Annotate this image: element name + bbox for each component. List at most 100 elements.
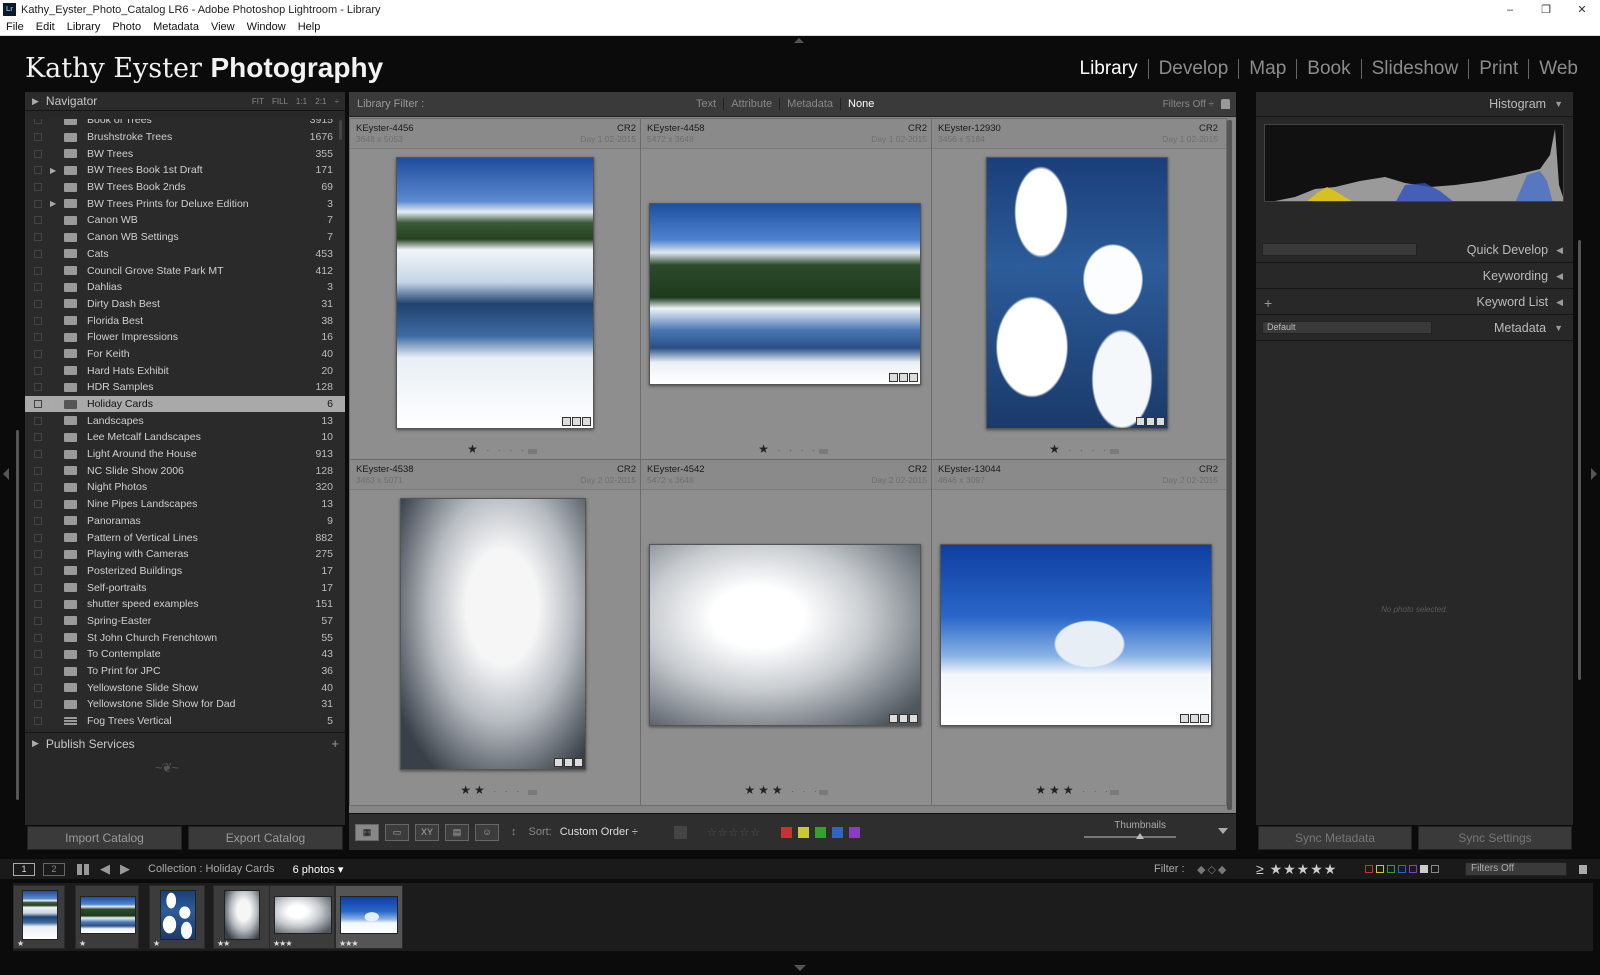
navigator-zoom-options[interactable]: FIT FILL 1:1 2:1 ÷ [252,97,339,106]
collection-item[interactable]: Hard Hats Exhibit 20 [25,362,345,379]
collection-item[interactable]: ▶ BW Trees Book 1st Draft 171 [25,162,345,179]
zoom-fit[interactable]: FIT [252,97,264,106]
collection-badge-icon[interactable] [1146,417,1155,426]
collection-item[interactable]: To Print for JPC 36 [25,663,345,680]
rating-stars[interactable]: ★ [467,442,481,456]
thumbnail-cell[interactable]: KEyster-4538 3463 x 5071 CR2 Day 2 02-2015 ★… [349,459,645,806]
collection-checkbox[interactable] [34,199,42,208]
collection-item[interactable]: Light Around the House 913 [25,446,345,463]
collection-checkbox[interactable] [34,683,42,692]
metadata-preset-dropdown[interactable]: Default [1262,321,1432,334]
collection-checkbox[interactable] [34,283,42,292]
pick-flag-icon[interactable] [819,449,828,454]
rating-filter[interactable]: ≥ ★★★★★ [1256,861,1337,878]
collection-item[interactable]: Lee Metcalf Landscapes 10 [25,429,345,446]
flag-filter-icons[interactable]: ◆◇◆ [1197,863,1228,876]
collection-item[interactable]: Dahlias 3 [25,279,345,296]
pick-flag-icon[interactable] [819,790,828,795]
left-panel-toggle-arrow-icon[interactable] [3,468,9,480]
menu-window[interactable]: Window [247,21,286,33]
develop-badge-icon[interactable] [582,417,591,426]
thumbnail-cell[interactable]: KEyster-4542 5472 x 3648 CR2 Day 2 02-2015 ★… [640,459,936,806]
photo-thumbnail[interactable] [940,544,1212,726]
filter-text[interactable]: Text [689,98,725,110]
collection-checkbox[interactable] [34,216,42,225]
collection-item[interactable]: BW Trees 355 [25,145,345,162]
collection-checkbox[interactable] [34,483,42,492]
collection-checkbox[interactable] [34,600,42,609]
collection-checkbox[interactable] [34,400,42,409]
grid-icon[interactable] [77,863,90,875]
loupe-view-icon[interactable]: ▭ [385,823,409,841]
keyword-list-header[interactable]: Keyword List ◀ [1256,290,1573,315]
filter-metadata[interactable]: Metadata [780,98,842,110]
forward-arrow-icon[interactable]: ▶ [120,861,130,877]
collection-badge-icon[interactable] [899,714,908,723]
thumbnail-cell[interactable]: KEyster-4458 5472 x 3648 CR2 Day 1 02-2015 ★… [640,118,936,465]
collection-item[interactable]: ▶ Holiday Cards 6 [25,395,345,413]
keywording-header[interactable]: Keywording ◀ [1256,264,1573,289]
collection-checkbox[interactable] [34,149,42,158]
star-rating[interactable]: ★ · · · · [350,442,644,456]
flag-filter-icon[interactable] [673,825,687,839]
module-develop[interactable]: Develop [1149,58,1239,80]
disclosure-triangle-icon[interactable]: ▶ [50,199,58,208]
star-rating[interactable]: ★★ · · · · [350,783,644,797]
thumbnail-cell[interactable]: KEyster-13044 4646 x 3097 CR2 Day 2 02-2015… [931,459,1227,806]
star-rating[interactable]: ★ · · · · [932,442,1226,456]
collection-checkbox[interactable] [34,183,42,192]
menu-view[interactable]: View [211,21,235,33]
collection-item[interactable]: Spring-Easter 57 [25,613,345,630]
collection-badge-icon[interactable] [572,417,581,426]
menu-file[interactable]: File [6,21,24,33]
add-publish-service-icon[interactable]: + [331,736,339,751]
collection-item[interactable]: Landscapes 13 [25,412,345,429]
collection-checkbox[interactable] [34,516,42,525]
collection-checkbox[interactable] [34,349,42,358]
collection-checkbox[interactable] [34,383,42,392]
collection-item[interactable]: Yellowstone Slide Show 40 [25,679,345,696]
purple-filter-icon[interactable] [1409,865,1417,873]
saved-preset-dropdown[interactable] [1262,243,1417,256]
minimize-button[interactable]: – [1492,0,1528,19]
develop-badge-icon[interactable] [909,373,918,382]
menu-library[interactable]: Library [67,21,101,33]
rating-stars[interactable]: ★★★ [744,783,785,797]
filmstrip-thumbnail[interactable]: ★ [75,885,139,949]
collection-badge-icon[interactable] [564,758,573,767]
photo-count-dropdown[interactable]: 6 photos ▾ [293,863,344,876]
collection-checkbox[interactable] [34,233,42,242]
thumbnail-size-slider[interactable] [1084,833,1176,839]
collection-checkbox[interactable] [34,166,42,175]
slider-thumb[interactable] [1136,833,1144,839]
collection-item[interactable]: Panoramas 9 [25,513,345,530]
color-label-swatch[interactable] [832,826,844,838]
left-panel-scrollbar[interactable] [16,430,19,800]
collection-item[interactable]: Yellowstone Slide Show for Dad 31 [25,696,345,713]
collection-checkbox[interactable] [34,550,42,559]
keyword-badge-icon[interactable] [1180,714,1189,723]
no-label-filter-icon[interactable] [1431,865,1439,873]
source-indicator[interactable]: Collection : Holiday Cards [148,863,275,875]
menu-help[interactable]: Help [298,21,321,33]
collection-checkbox[interactable] [34,566,42,575]
main-window-button[interactable]: 1 [13,862,35,876]
sync-settings-button[interactable]: Sync Settings [1418,826,1572,850]
collection-checkbox[interactable] [34,366,42,375]
sort-order-dropdown[interactable]: Custom Order ÷ [560,826,638,838]
collection-checkbox[interactable] [34,717,42,726]
collection-item[interactable]: Nine Pipes Landscapes 13 [25,496,345,513]
rating-stars[interactable]: ★★ [460,783,488,797]
rating-stars[interactable]: ★ [758,442,772,456]
menu-metadata[interactable]: Metadata [153,21,199,33]
menu-edit[interactable]: Edit [36,21,55,33]
collection-item[interactable]: ▶ BW Trees Prints for Deluxe Edition 3 [25,195,345,212]
filmstrip-thumbnail[interactable]: ★★★ [269,885,335,949]
module-web[interactable]: Web [1529,58,1588,80]
color-label-swatch[interactable] [849,826,861,838]
filter-lock-icon[interactable] [1579,864,1587,874]
collection-item[interactable]: Posterized Buildings 17 [25,563,345,580]
filmstrip-filter-preset-dropdown[interactable]: Filters Off [1465,862,1567,876]
back-arrow-icon[interactable]: ◀ [100,861,110,877]
add-keyword-icon[interactable]: + [1264,295,1272,311]
